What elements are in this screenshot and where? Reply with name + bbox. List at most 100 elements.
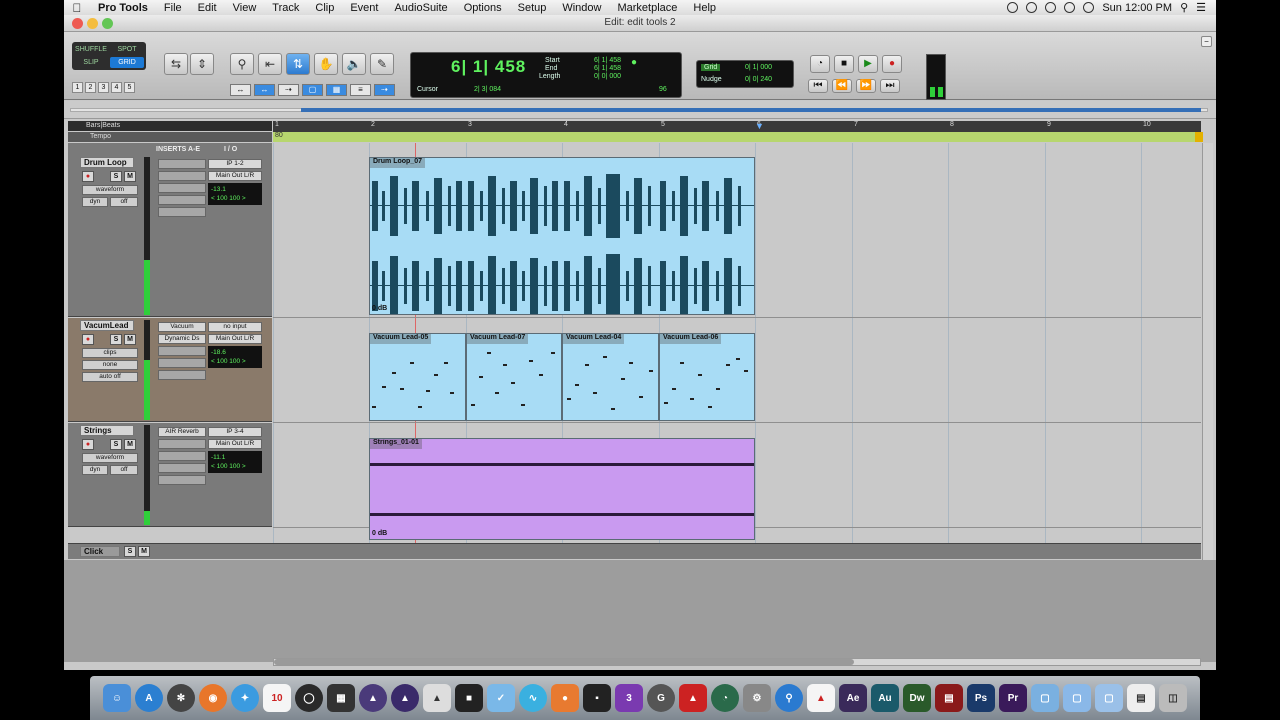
mute-button[interactable]: M [124,439,136,450]
prefs-icon[interactable]: ⚙ [743,684,771,712]
insert-slot-a[interactable]: AIR Reverb [158,427,206,437]
volume-pan-display[interactable]: -11.1 < 100 100 > [208,451,262,473]
horizontal-scrollbar[interactable] [273,658,1201,666]
protools10-icon[interactable]: ▲ [359,684,387,712]
zoom-toggle-icon[interactable]: ⇆ [164,53,188,75]
tempo-ruler-label[interactable]: Tempo [68,132,272,142]
zoom-preset-1[interactable]: 1 [72,82,83,93]
link-timeline-icon[interactable]: ↔ [254,84,275,96]
pdf-icon[interactable]: ▤ [935,684,963,712]
timeline-area[interactable]: Drum Loop_07 0 dB Vacuum Lead-05 Vacuum … [273,143,1201,543]
timemachine-status-icon[interactable] [1026,2,1038,13]
track-lane-vacumlead[interactable]: Vacuum Lead-05 Vacuum Lead-07 Vacuum Lea… [273,319,1201,423]
automation-mode[interactable]: off [110,465,138,475]
insertion-follows-icon[interactable]: ⇢ [278,84,299,96]
input-selector[interactable]: IP 3-4 [208,427,262,437]
app-menu[interactable]: Pro Tools [90,2,156,14]
network-icon[interactable]: ⚲ [775,684,803,712]
calendar-icon[interactable]: 10 [263,684,291,712]
track-name[interactable]: Strings [80,425,134,436]
dyn-selector[interactable]: dyn [82,197,108,207]
grid-value[interactable]: 0| 1| 000 [745,64,772,71]
wifi-icon[interactable] [1064,2,1076,13]
end-value[interactable]: 6| 1| 458 [581,65,621,72]
scrubber-tool-icon[interactable]: 🔈 [342,53,366,75]
bars-beats-ruler[interactable]: 1 2 3 4 5 6 7 8 9 10 ▼ [273,121,1201,132]
smart-tool-left-icon[interactable]: ↔ [230,84,251,96]
scroll-thumb[interactable] [274,659,854,665]
midi-input-icon[interactable]: ● [631,57,637,68]
menu-options[interactable]: Options [456,2,510,14]
record-enable-icon[interactable]: ● [82,171,94,182]
clip-gain[interactable]: 0 dB [372,305,387,312]
insert-slot-e[interactable] [158,475,206,485]
dashboard-icon[interactable]: ◯ [295,684,323,712]
insert-slot-b[interactable] [158,171,206,181]
status-icon[interactable] [1007,2,1019,13]
clock[interactable]: Sun 12:00 PM [1102,2,1172,14]
insert-slot-e[interactable] [158,207,206,217]
mode-spot[interactable]: SPOT [110,44,144,55]
zoomer-tool-icon[interactable]: ⚲ [230,53,254,75]
zoom-preset-4[interactable]: 4 [111,82,122,93]
mute-button[interactable]: M [124,171,136,182]
mixer-icon[interactable]: ▦ [327,684,355,712]
overview-thumb[interactable] [301,108,1201,112]
launchpad-icon[interactable]: ✻ [167,684,195,712]
input-selector[interactable]: IP 1-2 [208,159,262,169]
output-selector[interactable]: Main Out L/R [208,171,262,181]
grab-icon[interactable]: G [647,684,675,712]
nudge-value[interactable]: 0| 0| 240 [745,76,772,83]
dreamweaver-icon[interactable]: Dw [903,684,931,712]
go-to-end-icon[interactable]: ⏭ [880,79,900,93]
timemachine-icon[interactable]: ◔ [711,684,739,712]
vertical-zoom-icon[interactable]: ⇕ [190,53,214,75]
pencil-tool-icon[interactable]: ✎ [370,53,394,75]
mute-button[interactable]: M [138,546,150,557]
insert-slot-b[interactable] [158,439,206,449]
solo-button[interactable]: S [124,546,136,557]
track-view-selector[interactable]: waveform [82,453,138,463]
ikmultimedia-icon[interactable]: ▲ [679,684,707,712]
record-button-icon[interactable]: ● [882,55,902,73]
firefox-icon[interactable]: ◉ [199,684,227,712]
online-icon[interactable]: ◔ [810,55,830,73]
folder-icon[interactable]: ▢ [1031,684,1059,712]
audio-clip[interactable]: Drum Loop_07 0 dB [369,157,755,315]
aftereffects-icon[interactable]: Ae [839,684,867,712]
mode-grid[interactable]: GRID [110,57,144,68]
utility-icon[interactable]: ▲ [423,684,451,712]
volume-pan-display[interactable]: -13.1 < 100 100 > [208,183,262,205]
insert-slot-c[interactable] [158,183,206,193]
insert-slot-c[interactable] [158,346,206,356]
start-value[interactable]: 6| 1| 458 [581,57,621,64]
record-enable-icon[interactable]: ● [82,334,94,345]
finder-icon[interactable]: ☺ [103,684,131,712]
window-config-icon[interactable]: − [1201,36,1212,47]
volume-pan-display[interactable]: -18.6 < 100 100 > [208,346,262,368]
patch-icon[interactable]: ● [551,684,579,712]
safari-icon[interactable]: ✦ [231,684,259,712]
tempo-marker[interactable]: 80 [275,132,283,139]
menu-clip[interactable]: Clip [307,2,342,14]
volume-icon[interactable] [1083,2,1095,13]
menu-track[interactable]: Track [264,2,307,14]
menu-edit[interactable]: Edit [190,2,225,14]
notification-icon[interactable]: ☰ [1196,1,1206,14]
tab-to-transients-icon[interactable]: ▢ [302,84,323,96]
main-counter-value[interactable]: 6| 1| 458 [451,57,526,77]
midi-clip[interactable]: Vacuum Lead-06 [659,333,755,421]
tempo-ruler[interactable]: 80 [273,132,1203,142]
mode-slip[interactable]: SLIP [74,57,108,68]
track-lane-drum-loop[interactable]: Drum Loop_07 0 dB [273,155,1201,318]
menu-window[interactable]: Window [554,2,609,14]
length-value[interactable]: 0| 0| 000 [581,73,621,80]
track-lane-strings[interactable]: Strings_01-01 0 dB [273,424,1201,540]
insert-slot-d[interactable] [158,195,206,205]
mute-button[interactable]: M [124,334,136,345]
stop-button-icon[interactable]: ■ [834,55,854,73]
premiere-icon[interactable]: Pr [999,684,1027,712]
playhead-marker-icon[interactable]: ▼ [755,121,769,132]
ilok-icon[interactable]: ■ [455,684,483,712]
menu-marketplace[interactable]: Marketplace [609,2,685,14]
